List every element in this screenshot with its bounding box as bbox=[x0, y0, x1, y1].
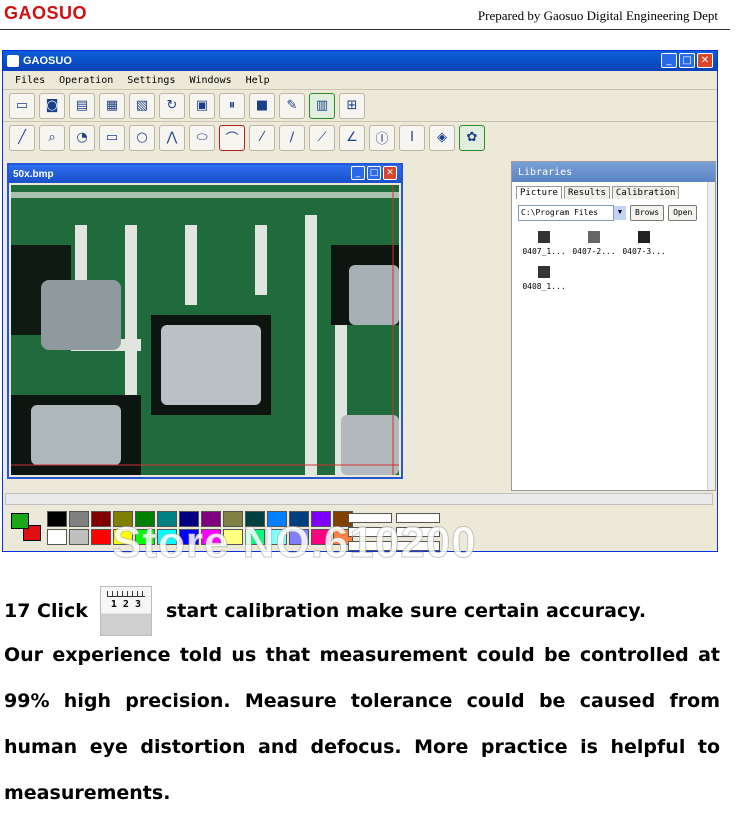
horizontal-measure-icon[interactable]: Ⅰ bbox=[399, 124, 425, 151]
browse-button[interactable]: Brows bbox=[630, 205, 665, 221]
brand-logo: GAOSUO bbox=[4, 3, 88, 23]
step-instruction: 17 Click 1 2 3 start calibration make su… bbox=[4, 586, 724, 636]
calibration-icon: 1 2 3 bbox=[99, 586, 152, 636]
thumbnail-label: 0407_1... bbox=[522, 247, 566, 256]
image-window-title: 50x.bmp bbox=[9, 165, 401, 183]
menu-settings[interactable]: Settings bbox=[127, 75, 175, 86]
thumbnail-label: 0408_1... bbox=[522, 282, 566, 291]
menu-windows[interactable]: Windows bbox=[189, 75, 231, 86]
page-header: GAOSUO Prepared by Gaosuo Digital Engine… bbox=[0, 0, 730, 30]
path-row: C:\Program Files ▼ Brows Open bbox=[512, 199, 715, 227]
window-controls: _ □ ✕ bbox=[661, 53, 713, 68]
description-paragraph: Our experience told us that measurement … bbox=[4, 644, 720, 804]
menu-files[interactable]: Files bbox=[15, 75, 45, 86]
pause-icon[interactable]: ⏸ bbox=[219, 92, 245, 119]
app-logo-icon bbox=[7, 55, 19, 67]
step-prefix: 17 Click bbox=[4, 600, 88, 622]
ellipse-icon[interactable]: ⬭ bbox=[189, 124, 215, 151]
menu-operation[interactable]: Operation bbox=[59, 75, 113, 86]
vertical-measure-icon[interactable]: Ⓘ bbox=[369, 124, 395, 151]
image-window-controls: _ □ ✕ bbox=[351, 166, 397, 180]
app-title: GAOSUO bbox=[23, 55, 72, 67]
prepared-by-text: Prepared by Gaosuo Digital Engineering D… bbox=[477, 8, 718, 23]
thumbnail-item[interactable]: 0407-2... bbox=[570, 231, 618, 256]
horizontal-scrollbar[interactable] bbox=[5, 493, 713, 505]
rectangle-icon[interactable]: ▭ bbox=[99, 124, 125, 151]
thumbnail-item[interactable]: 0407_1... bbox=[520, 231, 568, 256]
image-thumbnail-icon bbox=[588, 231, 600, 243]
libraries-panel: Libraries Picture Results Calibration C:… bbox=[511, 161, 716, 491]
step-suffix: start calibration make sure certain accu… bbox=[165, 600, 647, 622]
angle-line-icon[interactable]: ∕ bbox=[279, 124, 305, 151]
app-titlebar: GAOSUO bbox=[3, 51, 717, 71]
image-close-button[interactable]: ✕ bbox=[383, 166, 397, 180]
ruler-numbers: 1 2 3 bbox=[110, 599, 141, 610]
main-toolbar: ▭ ◙ ▤ ▦ ▧ ↻ ▣ ⏸ ■ ✎ ▥ ⊞ bbox=[3, 89, 717, 121]
angle2-icon[interactable]: ⟋ bbox=[309, 124, 335, 151]
image-maximize-button[interactable]: □ bbox=[367, 166, 381, 180]
wrench-icon[interactable]: ✎ bbox=[279, 92, 305, 119]
store-watermark: Store NO.610200 bbox=[112, 518, 477, 568]
tab-results[interactable]: Results bbox=[563, 186, 610, 199]
image-thumbnail-icon bbox=[538, 231, 550, 243]
point-line-icon[interactable]: ⁄ bbox=[249, 124, 275, 151]
libraries-title: Libraries bbox=[512, 162, 715, 182]
save-icon[interactable]: ▣ bbox=[189, 92, 215, 119]
polyline-icon[interactable]: ⋀ bbox=[159, 124, 185, 151]
draw-toolbar: ╱ ⌕ ◔ ▭ ○ ⋀ ⬭ ⌒ ⁄ ∕ ⟋ ∠ Ⓘ Ⅰ ◈ ✿ bbox=[3, 121, 717, 153]
chevron-down-icon[interactable]: ▼ bbox=[614, 206, 626, 220]
diamond-icon[interactable]: ◈ bbox=[429, 124, 455, 151]
color-swatch[interactable] bbox=[91, 511, 111, 527]
image-file-name: 50x.bmp bbox=[13, 168, 54, 180]
color-swatch[interactable] bbox=[91, 529, 111, 545]
image-thumbnail-icon bbox=[638, 231, 650, 243]
close-button[interactable]: ✕ bbox=[697, 53, 713, 68]
circle-icon[interactable]: ○ bbox=[129, 124, 155, 151]
line-icon[interactable]: ╱ bbox=[9, 124, 35, 151]
grid-icon[interactable]: ▥ bbox=[309, 92, 335, 119]
ruler-ticks bbox=[106, 591, 145, 597]
image-minimize-button[interactable]: _ bbox=[351, 166, 365, 180]
pcb-photo bbox=[11, 185, 399, 475]
color-selector[interactable] bbox=[9, 511, 41, 545]
zoom-icon[interactable]: ⌕ bbox=[39, 124, 65, 151]
foreground-color-swatch[interactable] bbox=[11, 513, 29, 529]
menu-bar: Files Operation Settings Windows Help bbox=[3, 71, 717, 89]
menu-help[interactable]: Help bbox=[246, 75, 270, 86]
tab-calibration[interactable]: Calibration bbox=[611, 186, 680, 199]
arc-icon[interactable]: ⌒ bbox=[219, 124, 245, 151]
refresh-icon[interactable]: ↻ bbox=[159, 92, 185, 119]
document-icon[interactable]: ▦ bbox=[99, 92, 125, 119]
camera-icon[interactable]: ◙ bbox=[39, 92, 65, 119]
color-swatch[interactable] bbox=[69, 529, 89, 545]
thumbnail-item[interactable]: 0408_1... bbox=[520, 266, 568, 291]
palette-icon[interactable]: ✿ bbox=[459, 124, 485, 151]
color-swatch[interactable] bbox=[69, 511, 89, 527]
image-window: 50x.bmp _ □ ✕ bbox=[7, 163, 403, 479]
maximize-button[interactable]: □ bbox=[679, 53, 695, 68]
color-swatch[interactable] bbox=[47, 529, 67, 545]
libraries-tabs: Picture Results Calibration bbox=[512, 182, 715, 199]
minimize-button[interactable]: _ bbox=[661, 53, 677, 68]
color-swatch[interactable] bbox=[47, 511, 67, 527]
folder-icon[interactable]: ▤ bbox=[69, 92, 95, 119]
monitor-icon[interactable]: ▭ bbox=[9, 92, 35, 119]
thumbnail-grid: 0407_1... 0407-2... 0407-3... 0408_1... bbox=[512, 227, 715, 295]
image-thumbnail-icon bbox=[538, 266, 550, 278]
calibration-icon[interactable]: ⊞ bbox=[339, 92, 365, 119]
open-button[interactable]: Open bbox=[668, 205, 698, 221]
pcb-microscope-image[interactable] bbox=[11, 185, 399, 475]
app-window: GAOSUO _ □ ✕ Files Operation Settings Wi… bbox=[2, 50, 718, 552]
circle-zoom-icon[interactable]: ◔ bbox=[69, 124, 95, 151]
libraries-scrollbar[interactable] bbox=[707, 182, 715, 490]
thumbnail-item[interactable]: 0407-3... bbox=[620, 231, 668, 256]
folder-path-select[interactable]: C:\Program Files bbox=[518, 205, 614, 221]
export-icon[interactable]: ▧ bbox=[129, 92, 155, 119]
thumbnail-label: 0407-2... bbox=[572, 247, 616, 256]
tab-picture[interactable]: Picture bbox=[516, 186, 562, 199]
protractor-icon[interactable]: ∠ bbox=[339, 124, 365, 151]
stop-icon[interactable]: ■ bbox=[249, 92, 275, 119]
thumbnail-label: 0407-3... bbox=[622, 247, 666, 256]
